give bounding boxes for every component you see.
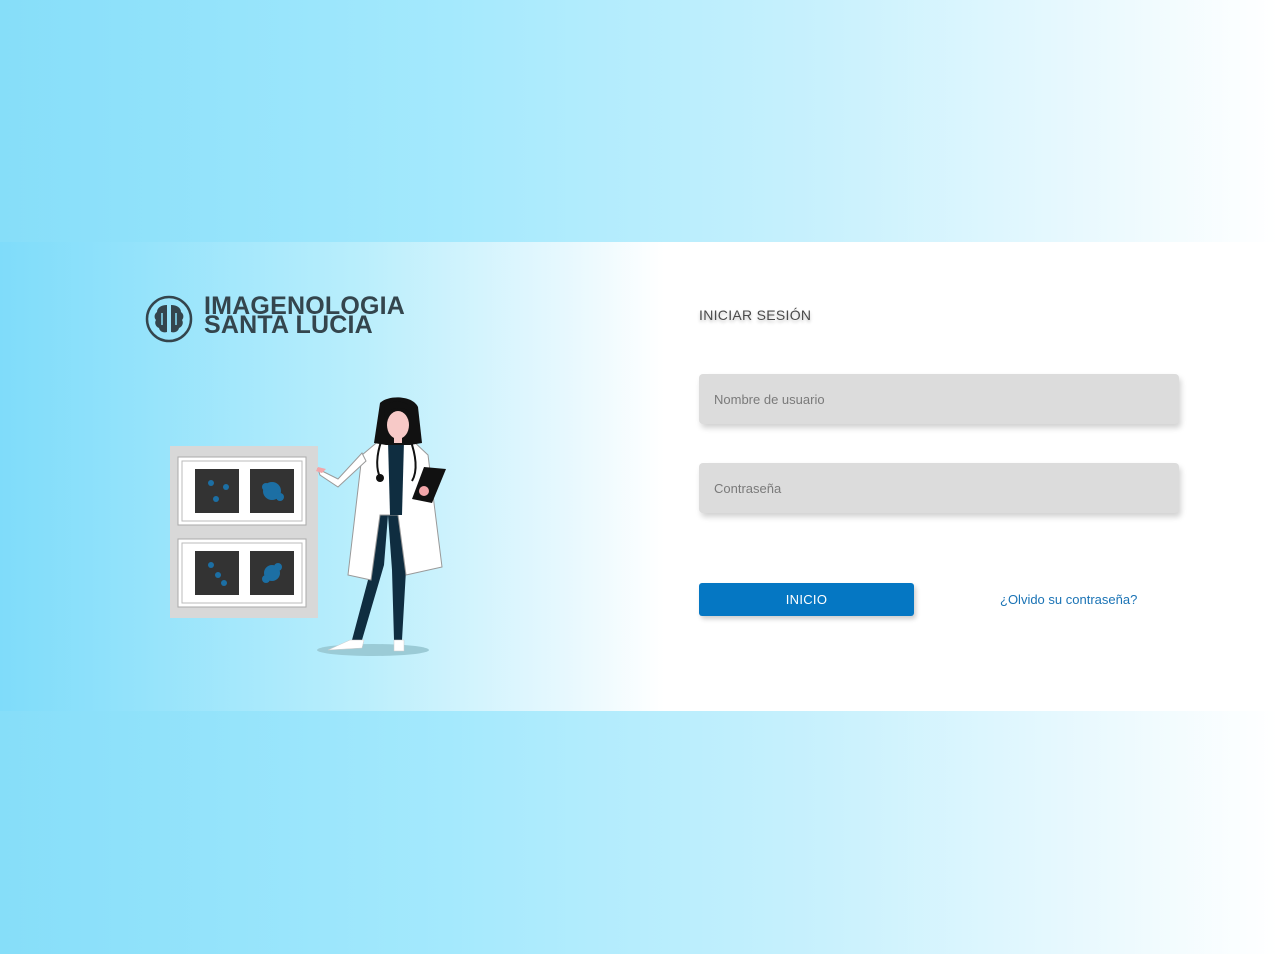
password-input[interactable] (699, 463, 1179, 513)
username-input[interactable] (699, 374, 1179, 424)
doctor-illustration (170, 397, 446, 656)
login-button[interactable]: INICIO (699, 583, 914, 616)
brand-name: IMAGENOLOGIA SANTA LUCIA (204, 294, 405, 338)
login-title: INICIAR SESIÓN (699, 307, 812, 323)
brain-icon (145, 295, 193, 343)
brand-logo: IMAGENOLOGIA SANTA LUCIA (145, 294, 445, 345)
forgot-password-link[interactable]: ¿Olvido su contraseña? (1000, 592, 1137, 607)
